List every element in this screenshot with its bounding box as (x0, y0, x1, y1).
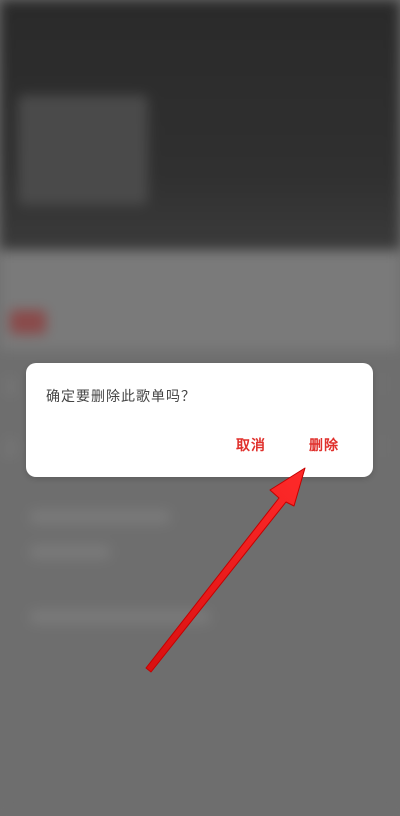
delete-playlist-dialog: 确定要删除此歌单吗？ 取消 删除 (26, 363, 373, 477)
row-number-1: 1 (4, 374, 17, 398)
list-item (30, 510, 170, 524)
more-icon: ⋮ (374, 371, 394, 395)
more-icon: ⋮ (374, 433, 394, 457)
playlist-cover-image (18, 95, 148, 205)
list-item (30, 610, 210, 624)
delete-button[interactable]: 删除 (309, 435, 339, 455)
header-bottom-band (0, 250, 400, 350)
row-number-2: 2 (4, 436, 17, 460)
dialog-message: 确定要删除此歌单吗？ (46, 389, 196, 405)
list-item (30, 545, 110, 559)
cancel-button[interactable]: 取消 (236, 435, 266, 455)
play-all-accent (10, 310, 46, 334)
